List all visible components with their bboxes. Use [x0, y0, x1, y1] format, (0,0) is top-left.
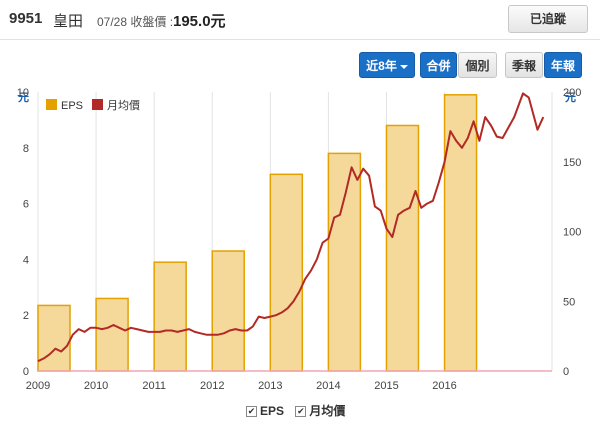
checkbox-checked-icon: ✔ [295, 406, 307, 418]
right-tick-label: 0 [563, 366, 569, 378]
eps-price-chart: 2009 2010 2011 2012 2013 2014 2015 2016元 元024681… [17, 87, 582, 392]
price-toggle[interactable]: ✔ 月均價 [295, 404, 345, 418]
eps-bar [37, 304, 71, 372]
x-tick-label: 2013 [258, 380, 282, 392]
legend-eps-label: EPS [61, 100, 83, 112]
eps-bar [385, 124, 420, 372]
checkbox-checked-icon: ✔ [246, 406, 257, 418]
x-tick-label: 2012 [200, 380, 224, 392]
eps-bar [153, 261, 187, 372]
left-tick-label: 4 [23, 254, 29, 266]
right-tick-label: 50 [563, 296, 575, 308]
x-tick-label: 2009 [26, 380, 50, 392]
eps-bar [95, 297, 129, 372]
legend-price-swatch [92, 99, 103, 110]
x-tick-label: 2014 [316, 380, 340, 392]
eps-bar [269, 173, 304, 372]
left-tick-label: 2 [23, 310, 29, 322]
legend-eps-swatch [46, 99, 57, 110]
x-tick-label: 2015 [374, 380, 398, 392]
left-tick-label: 0 [23, 366, 29, 378]
legend-price-label: 月均價 [107, 98, 140, 112]
right-tick-label: 100 [563, 227, 581, 239]
x-tick-label: 2011 [142, 380, 166, 392]
eps-toggle-label: EPS [260, 404, 285, 418]
eps-toggle[interactable]: ✔ EPS [246, 404, 284, 418]
eps-bar [327, 152, 362, 372]
left-tick-label: 10 [17, 87, 29, 99]
left-tick-label: 8 [23, 143, 29, 155]
x-tick-label: 2016 [432, 380, 456, 392]
series-toggle-legend: ✔ EPS ✔ 月均價 [246, 402, 353, 419]
eps-bar [211, 250, 245, 372]
price-toggle-label: 月均價 [309, 404, 346, 418]
right-tick-label: 150 [563, 157, 581, 169]
left-tick-label: 6 [23, 199, 29, 211]
x-tick-label: 2010 [84, 380, 108, 392]
right-tick-label: 200 [563, 87, 581, 99]
